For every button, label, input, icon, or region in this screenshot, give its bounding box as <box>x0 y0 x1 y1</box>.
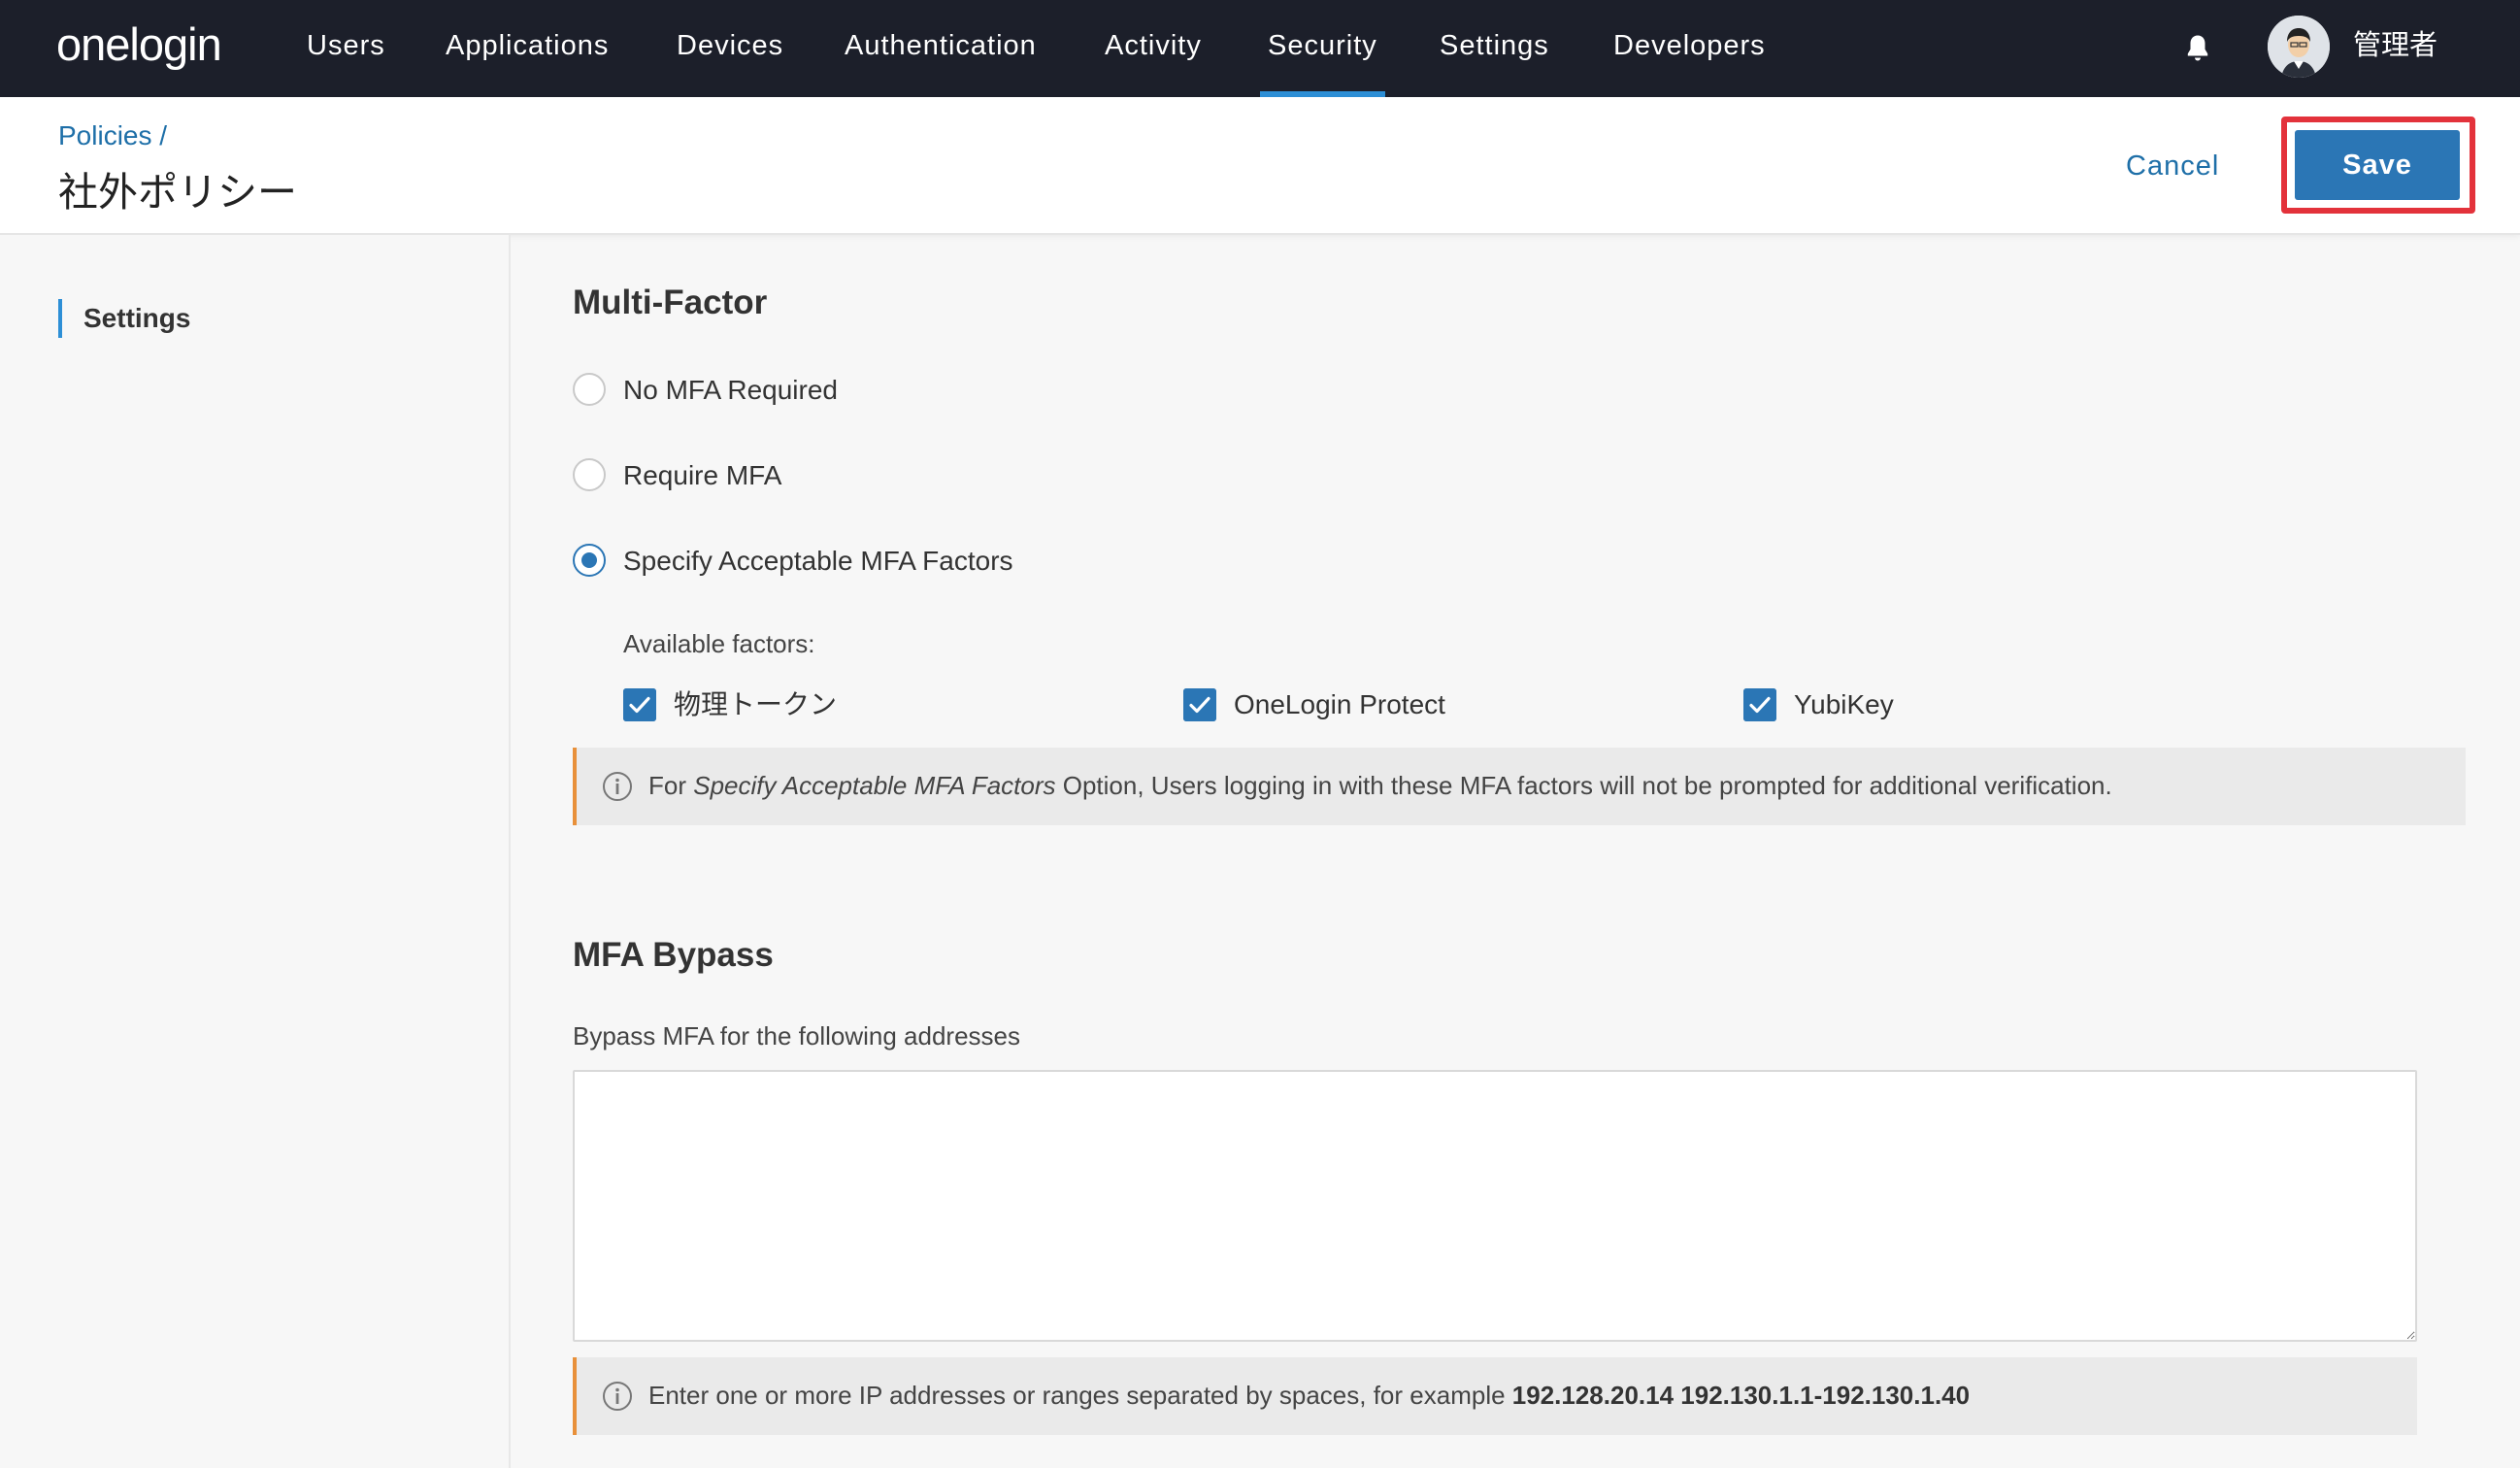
info-icon <box>603 1382 632 1411</box>
checkbox-checked-icon[interactable] <box>1743 688 1776 721</box>
sidebar: Settings <box>0 235 511 1468</box>
bypass-info-example: 192.128.20.14 192.130.1.1-192.130.1.40 <box>1511 1381 1971 1410</box>
sidebar-item-settings[interactable]: Settings <box>58 299 190 338</box>
section-title-multi-factor: Multi-Factor <box>573 284 768 321</box>
breadcrumb-policies[interactable]: Policies / <box>58 120 167 151</box>
bypass-addresses-textarea[interactable] <box>573 1070 2417 1342</box>
nav-item-settings[interactable]: Settings <box>1440 0 1549 97</box>
radio-button[interactable] <box>573 458 606 491</box>
factor-label: YubiKey <box>1794 689 1894 719</box>
info-text-suffix: Option, Users logging in with these MFA … <box>1055 771 2112 800</box>
nav-item-developers[interactable]: Developers <box>1613 0 1766 97</box>
bypass-field-label: Bypass MFA for the following addresses <box>573 1021 1021 1051</box>
cancel-button[interactable]: Cancel <box>2126 142 2219 190</box>
info-text-prefix: For <box>648 771 694 800</box>
radio-button[interactable] <box>573 373 606 406</box>
main-content: Multi-Factor No MFA Required Require MFA… <box>511 235 2520 1468</box>
nav-item-authentication[interactable]: Authentication <box>845 0 1037 97</box>
info-icon <box>603 772 632 801</box>
factor-label: 物理トークン <box>674 689 838 719</box>
page-header: Policies / 社外ポリシー Cancel Save <box>0 97 2520 235</box>
nav-item-security[interactable]: Security <box>1260 0 1385 97</box>
section-title-mfa-bypass: MFA Bypass <box>573 936 774 974</box>
radio-button-selected[interactable] <box>573 544 606 577</box>
onelogin-logo[interactable]: onelogin <box>56 17 222 71</box>
nav-item-applications[interactable]: Applications <box>446 0 609 97</box>
bypass-info-box: Enter one or more IP addresses or ranges… <box>573 1357 2417 1435</box>
bypass-info-prefix: Enter one or more IP addresses or ranges… <box>648 1381 1512 1410</box>
mfa-factors-info-box: For Specify Acceptable MFA Factors Optio… <box>573 748 2466 825</box>
nav-item-users[interactable]: Users <box>307 0 385 97</box>
nav-item-activity[interactable]: Activity <box>1105 0 1202 97</box>
available-factors-label: Available factors: <box>623 629 815 658</box>
username[interactable]: 管理者 <box>2353 0 2437 91</box>
nav-item-devices[interactable]: Devices <box>677 0 783 97</box>
radio-label: Require MFA <box>623 460 782 490</box>
user-avatar[interactable] <box>2268 16 2330 78</box>
top-navigation-bar: onelogin Users Applications Devices Auth… <box>0 0 2520 97</box>
info-text-emphasis: Specify Acceptable MFA Factors <box>693 771 1056 800</box>
mfa-factors-info-text: For Specify Acceptable MFA Factors Optio… <box>648 771 2112 801</box>
save-button[interactable]: Save <box>2295 130 2460 200</box>
checkbox-checked-icon[interactable] <box>623 688 656 721</box>
bypass-info-text: Enter one or more IP addresses or ranges… <box>648 1381 1970 1411</box>
checkbox-checked-icon[interactable] <box>1183 688 1216 721</box>
bell-icon[interactable] <box>2180 31 2215 66</box>
page-title: 社外ポリシー <box>58 170 297 215</box>
radio-label: Specify Acceptable MFA Factors <box>623 546 1013 576</box>
user-avatar-image <box>2268 16 2330 78</box>
radio-label: No MFA Required <box>623 375 838 405</box>
factor-label: OneLogin Protect <box>1234 689 1445 719</box>
